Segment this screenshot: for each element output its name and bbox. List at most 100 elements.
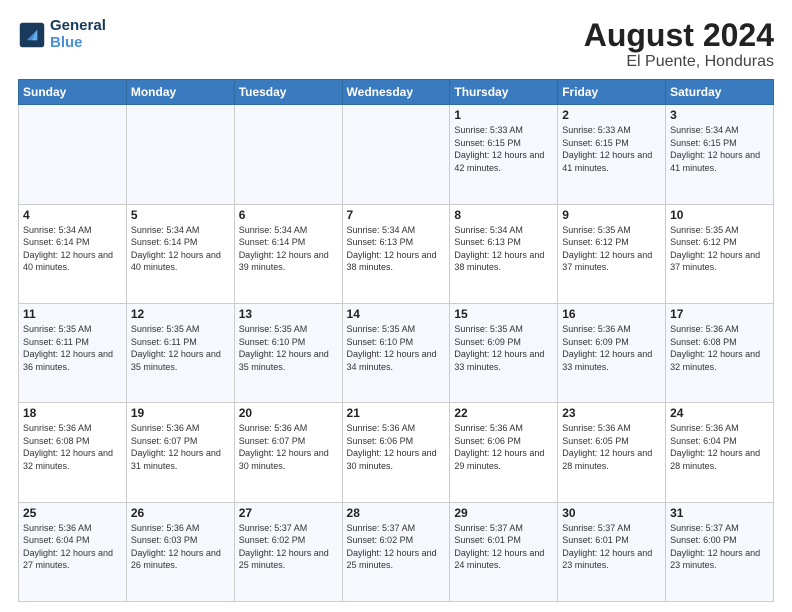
- day-info: Sunrise: 5:34 AMSunset: 6:13 PMDaylight:…: [347, 224, 446, 274]
- day-info: Sunrise: 5:35 AMSunset: 6:11 PMDaylight:…: [131, 323, 230, 373]
- day-number: 23: [562, 406, 661, 420]
- day-info: Sunrise: 5:33 AMSunset: 6:15 PMDaylight:…: [454, 124, 553, 174]
- day-number: 17: [670, 307, 769, 321]
- day-info: Sunrise: 5:36 AMSunset: 6:06 PMDaylight:…: [454, 422, 553, 472]
- day-number: 31: [670, 506, 769, 520]
- day-info: Sunrise: 5:34 AMSunset: 6:13 PMDaylight:…: [454, 224, 553, 274]
- calendar-cell: 26Sunrise: 5:36 AMSunset: 6:03 PMDayligh…: [126, 502, 234, 601]
- calendar-cell: 21 Sunrise: 5:36 AMSunset: 6:06 PMDayligh…: [342, 403, 450, 502]
- logo: General Blue: [18, 18, 106, 51]
- header-row: SundayMondayTuesdayWednesdayThursdayFrid…: [19, 80, 774, 105]
- day-number: 2: [562, 108, 661, 122]
- day-number: 29: [454, 506, 553, 520]
- calendar-cell: 27Sunrise: 5:37 AMSunset: 6:02 PMDayligh…: [234, 502, 342, 601]
- header-day-sunday: Sunday: [19, 80, 127, 105]
- calendar-cell: [234, 105, 342, 204]
- day-number: 15: [454, 307, 553, 321]
- calendar-body: 1 Sunrise: 5:33 AMSunset: 6:15 PMDaylight…: [19, 105, 774, 602]
- logo-line1: General: [50, 18, 106, 35]
- day-info: Sunrise: 5:36 AMSunset: 6:04 PMDaylight:…: [23, 522, 122, 572]
- day-number: 1: [454, 108, 553, 122]
- day-number: 10: [670, 208, 769, 222]
- day-number: 9: [562, 208, 661, 222]
- logo-line2: Blue: [50, 34, 83, 51]
- day-info: Sunrise: 5:34 AMSunset: 6:14 PMDaylight:…: [239, 224, 338, 274]
- day-number: 6: [239, 208, 338, 222]
- week-row-2: 11 Sunrise: 5:35 AMSunset: 6:11 PMDayligh…: [19, 303, 774, 402]
- calendar-cell: 31Sunrise: 5:37 AMSunset: 6:00 PMDayligh…: [666, 502, 774, 601]
- calendar-cell: 13 Sunrise: 5:35 AMSunset: 6:10 PMDayligh…: [234, 303, 342, 402]
- calendar-cell: 8 Sunrise: 5:34 AMSunset: 6:13 PMDaylight…: [450, 204, 558, 303]
- day-number: 14: [347, 307, 446, 321]
- day-info: Sunrise: 5:35 AMSunset: 6:12 PMDaylight:…: [562, 224, 661, 274]
- week-row-3: 18Sunrise: 5:36 AMSunset: 6:08 PMDayligh…: [19, 403, 774, 502]
- day-number: 21: [347, 406, 446, 420]
- day-info: Sunrise: 5:35 AMSunset: 6:09 PMDaylight:…: [454, 323, 553, 373]
- day-number: 20: [239, 406, 338, 420]
- day-info: Sunrise: 5:34 AMSunset: 6:14 PMDaylight:…: [131, 224, 230, 274]
- day-info: Sunrise: 5:36 AMSunset: 6:05 PMDaylight:…: [562, 422, 661, 472]
- calendar-cell: 25 Sunrise: 5:36 AMSunset: 6:04 PMDayligh…: [19, 502, 127, 601]
- day-number: 12: [131, 307, 230, 321]
- header: General Blue August 2024 El Puente, Hond…: [18, 18, 774, 71]
- title-block: August 2024 El Puente, Honduras: [584, 18, 774, 71]
- page-subtitle: El Puente, Honduras: [584, 53, 774, 71]
- calendar-cell: 9 Sunrise: 5:35 AMSunset: 6:12 PMDaylight…: [558, 204, 666, 303]
- day-info: Sunrise: 5:35 AMSunset: 6:10 PMDaylight:…: [347, 323, 446, 373]
- day-number: 22: [454, 406, 553, 420]
- day-number: 5: [131, 208, 230, 222]
- day-number: 24: [670, 406, 769, 420]
- calendar-cell: 30Sunrise: 5:37 AMSunset: 6:01 PMDayligh…: [558, 502, 666, 601]
- calendar-cell: 2 Sunrise: 5:33 AMSunset: 6:15 PMDaylight…: [558, 105, 666, 204]
- day-info: Sunrise: 5:35 AMSunset: 6:11 PMDaylight:…: [23, 323, 122, 373]
- header-day-friday: Friday: [558, 80, 666, 105]
- day-info: Sunrise: 5:35 AMSunset: 6:10 PMDaylight:…: [239, 323, 338, 373]
- day-number: 8: [454, 208, 553, 222]
- day-info: Sunrise: 5:36 AMSunset: 6:09 PMDaylight:…: [562, 323, 661, 373]
- day-info: Sunrise: 5:36 AMSunset: 6:06 PMDaylight:…: [347, 422, 446, 472]
- calendar-cell: 29 Sunrise: 5:37 AMSunset: 6:01 PMDayligh…: [450, 502, 558, 601]
- day-info: Sunrise: 5:36 AMSunset: 6:07 PMDaylight:…: [131, 422, 230, 472]
- calendar-table: SundayMondayTuesdayWednesdayThursdayFrid…: [18, 79, 774, 602]
- day-number: 30: [562, 506, 661, 520]
- day-info: Sunrise: 5:34 AMSunset: 6:14 PMDaylight:…: [23, 224, 122, 274]
- calendar-cell: 1 Sunrise: 5:33 AMSunset: 6:15 PMDaylight…: [450, 105, 558, 204]
- day-number: 18: [23, 406, 122, 420]
- calendar-cell: 3Sunrise: 5:34 AMSunset: 6:15 PMDaylight…: [666, 105, 774, 204]
- calendar-cell: 4 Sunrise: 5:34 AMSunset: 6:14 PMDaylight…: [19, 204, 127, 303]
- day-number: 3: [670, 108, 769, 122]
- day-info: Sunrise: 5:37 AMSunset: 6:02 PMDaylight:…: [347, 522, 446, 572]
- day-number: 26: [131, 506, 230, 520]
- calendar-cell: 7 Sunrise: 5:34 AMSunset: 6:13 PMDaylight…: [342, 204, 450, 303]
- day-info: Sunrise: 5:33 AMSunset: 6:15 PMDaylight:…: [562, 124, 661, 174]
- calendar-cell: 12 Sunrise: 5:35 AMSunset: 6:11 PMDayligh…: [126, 303, 234, 402]
- day-info: Sunrise: 5:36 AMSunset: 6:07 PMDaylight:…: [239, 422, 338, 472]
- calendar-cell: 14 Sunrise: 5:35 AMSunset: 6:10 PMDayligh…: [342, 303, 450, 402]
- day-number: 25: [23, 506, 122, 520]
- calendar-cell: 24 Sunrise: 5:36 AMSunset: 6:04 PMDayligh…: [666, 403, 774, 502]
- day-info: Sunrise: 5:37 AMSunset: 6:02 PMDaylight:…: [239, 522, 338, 572]
- calendar-cell: 18Sunrise: 5:36 AMSunset: 6:08 PMDayligh…: [19, 403, 127, 502]
- calendar-cell: 5 Sunrise: 5:34 AMSunset: 6:14 PMDaylight…: [126, 204, 234, 303]
- day-number: 11: [23, 307, 122, 321]
- day-number: 7: [347, 208, 446, 222]
- page-title: August 2024: [584, 18, 774, 53]
- day-number: 4: [23, 208, 122, 222]
- week-row-4: 25 Sunrise: 5:36 AMSunset: 6:04 PMDayligh…: [19, 502, 774, 601]
- day-info: Sunrise: 5:35 AMSunset: 6:12 PMDaylight:…: [670, 224, 769, 274]
- logo-icon: [18, 21, 46, 49]
- week-row-1: 4 Sunrise: 5:34 AMSunset: 6:14 PMDaylight…: [19, 204, 774, 303]
- day-number: 16: [562, 307, 661, 321]
- week-row-0: 1 Sunrise: 5:33 AMSunset: 6:15 PMDaylight…: [19, 105, 774, 204]
- day-number: 13: [239, 307, 338, 321]
- calendar-cell: 15 Sunrise: 5:35 AMSunset: 6:09 PMDayligh…: [450, 303, 558, 402]
- day-info: Sunrise: 5:36 AMSunset: 6:04 PMDaylight:…: [670, 422, 769, 472]
- day-number: 19: [131, 406, 230, 420]
- calendar-header: SundayMondayTuesdayWednesdayThursdayFrid…: [19, 80, 774, 105]
- calendar-cell: 10 Sunrise: 5:35 AMSunset: 6:12 PMDayligh…: [666, 204, 774, 303]
- calendar-cell: 28Sunrise: 5:37 AMSunset: 6:02 PMDayligh…: [342, 502, 450, 601]
- header-day-tuesday: Tuesday: [234, 80, 342, 105]
- header-day-wednesday: Wednesday: [342, 80, 450, 105]
- day-info: Sunrise: 5:37 AMSunset: 6:01 PMDaylight:…: [454, 522, 553, 572]
- calendar-cell: [342, 105, 450, 204]
